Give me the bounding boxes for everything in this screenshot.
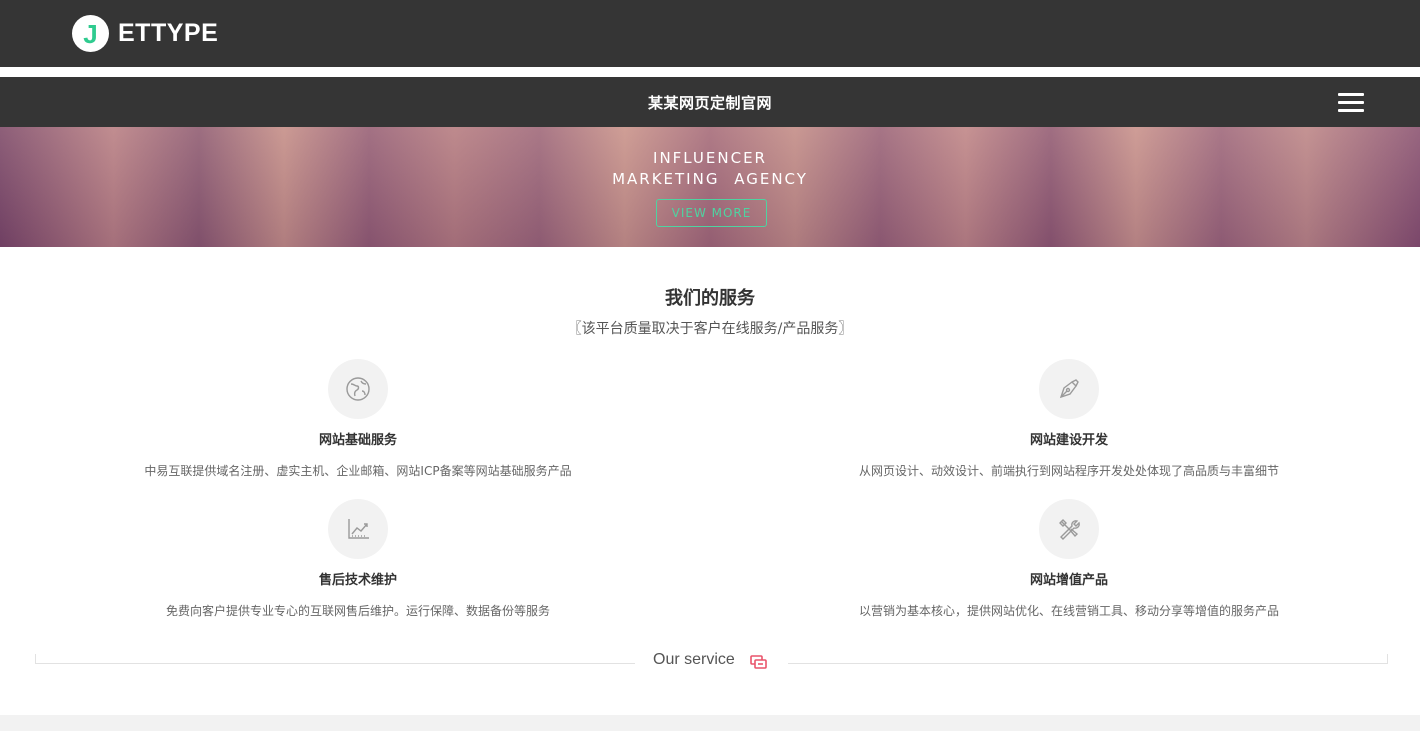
hero-heading-line1: INFLUENCER (653, 149, 767, 167)
service-description: 中易互联提供域名注册、虚实主机、企业邮箱、网站ICP备案等网站基础服务产品 (144, 464, 572, 478)
service-title: 网站增值产品 (1029, 573, 1108, 588)
hamburger-menu-icon[interactable] (1338, 91, 1364, 113)
pen-icon (1039, 359, 1099, 419)
menu-bar-top (1338, 93, 1364, 96)
service-item[interactable]: 售后技术维护 免费向客户提供专业专心的互联网售后维护。运行保障、数据备份等服务 (78, 499, 638, 619)
divider-line-left (35, 663, 635, 664)
logo-badge: J (72, 14, 109, 52)
logo-letter: J (83, 19, 98, 49)
service-title: 售后技术维护 (318, 573, 397, 588)
chart-icon (328, 499, 388, 559)
services-subtitle: 〖该平台质量取决于客户在线服务/产品服务〗 (567, 321, 853, 337)
service-item[interactable]: 网站基础服务 中易互联提供域名注册、虚实主机、企业邮箱、网站ICP备案等网站基础… (78, 359, 638, 479)
logo-text: ETTYPE (118, 18, 219, 47)
divider-line-right (788, 663, 1388, 664)
globe-icon (328, 359, 388, 419)
site-title[interactable]: 某某网页定制官网 (0, 92, 1420, 113)
tools-icon (1039, 499, 1099, 559)
brand-bar: J ETTYPE (0, 0, 1420, 67)
menu-bar-middle (1338, 101, 1364, 104)
windows-icon (750, 654, 768, 669)
view-more-button[interactable]: VIEW MORE (656, 199, 767, 227)
logo[interactable]: J ETTYPE (72, 14, 218, 52)
hero-banner: INFLUENCER MARKETING AGENCY VIEW MORE (0, 127, 1420, 247)
service-item[interactable]: 网站建设开发 从网页设计、动效设计、前端执行到网站程序开发处处体现了高品质与丰富… (789, 359, 1349, 479)
nav-bar: 某某网页定制官网 (0, 77, 1420, 127)
service-title: 网站建设开发 (1029, 433, 1108, 448)
service-description: 以营销为基本核心，提供网站优化、在线营销工具、移动分享等增值的服务产品 (858, 604, 1279, 618)
service-item[interactable]: 网站增值产品 以营销为基本核心，提供网站优化、在线营销工具、移动分享等增值的服务… (789, 499, 1349, 619)
services-title: 我们的服务 (665, 288, 755, 309)
hero-heading-line2: MARKETING AGENCY (612, 170, 808, 188)
service-description: 免费向客户提供专业专心的互联网售后维护。运行保障、数据备份等服务 (165, 604, 550, 618)
our-service-label: Our service (653, 651, 735, 668)
divider-cap-right (1387, 654, 1388, 664)
menu-bar-bottom (1338, 109, 1364, 112)
footer-strip (0, 715, 1420, 731)
service-title: 网站基础服务 (318, 433, 397, 448)
service-description: 从网页设计、动效设计、前端执行到网站程序开发处处体现了高品质与丰富细节 (858, 464, 1279, 478)
